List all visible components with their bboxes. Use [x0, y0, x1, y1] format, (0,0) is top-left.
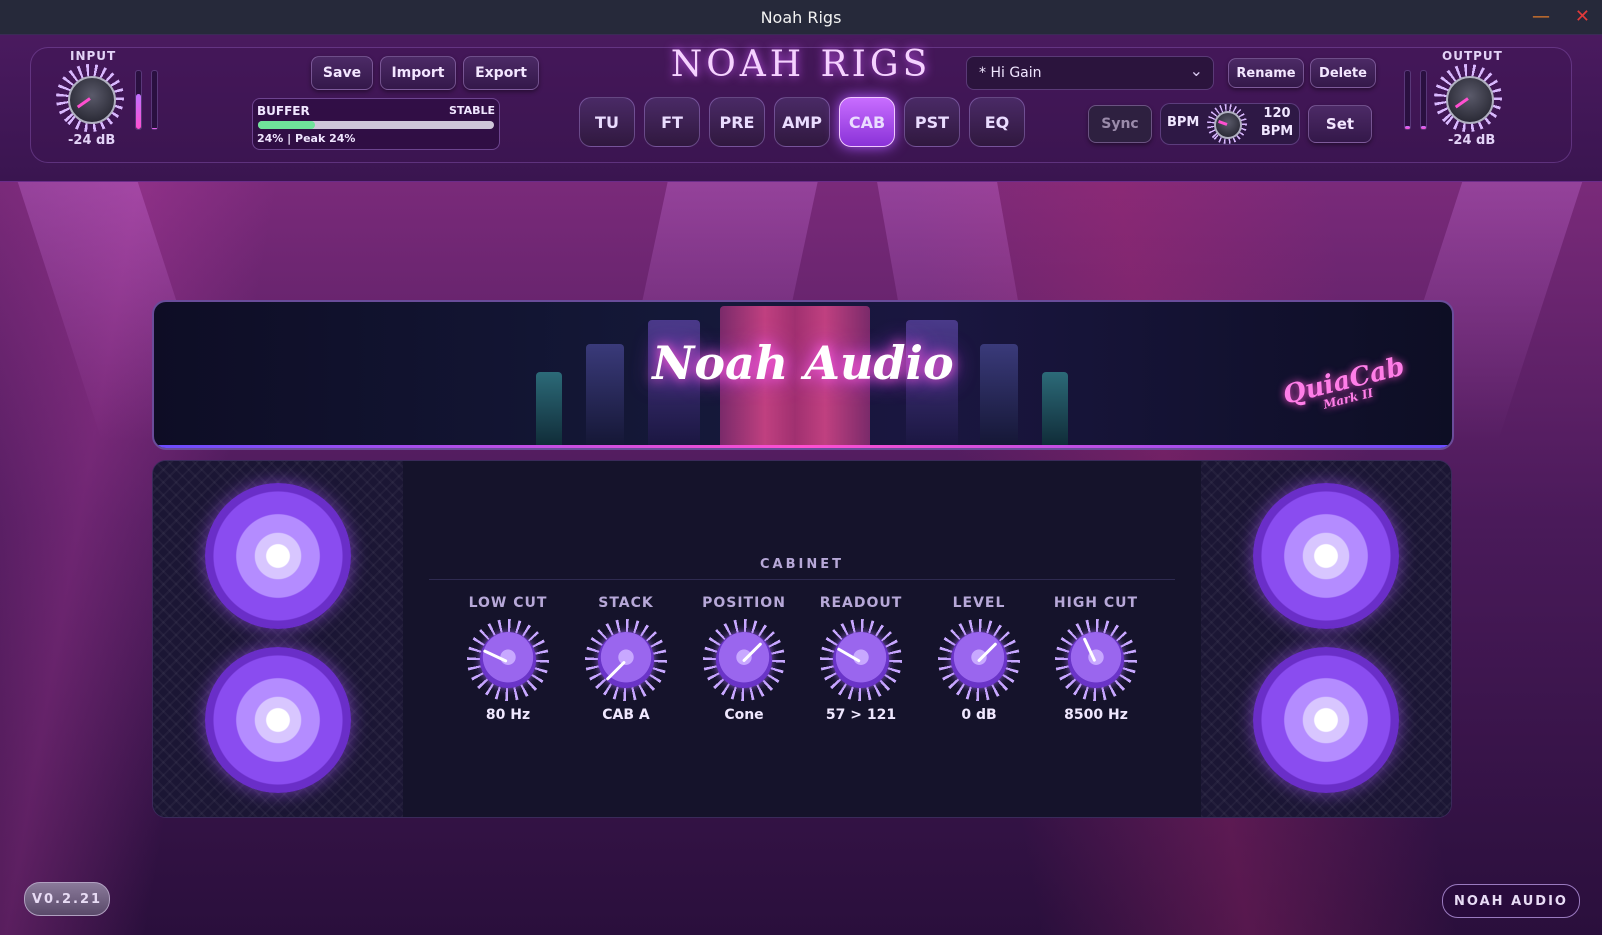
knob-value: CAB A	[602, 707, 650, 723]
output-meter-left-fill	[1405, 126, 1410, 129]
knob-position: POSITION Cone	[694, 595, 794, 723]
rotary-knob[interactable]	[820, 619, 902, 701]
bpm-control: BPM 120 BPM	[1160, 103, 1300, 145]
knob-label: LEVEL	[952, 595, 1006, 611]
bpm-unit: BPM	[1260, 124, 1294, 139]
speaker-icon	[205, 647, 351, 793]
buffer-progress-fill	[258, 121, 315, 129]
sync-button[interactable]: Sync	[1088, 105, 1152, 143]
knob-label: STACK	[598, 595, 654, 611]
knob-cap	[833, 632, 889, 688]
bpm-knob[interactable]	[1207, 104, 1247, 144]
output-meter-left	[1404, 70, 1411, 130]
chevron-down-icon: ⌄	[1189, 61, 1203, 80]
tab-cab[interactable]: CAB	[839, 97, 895, 147]
speaker-icon	[1253, 647, 1399, 793]
bpm-value: 120	[1263, 106, 1291, 121]
window-title: Noah Rigs	[760, 8, 842, 27]
knob-high-cut: HIGH CUT 8500 Hz	[1046, 595, 1146, 723]
knob-value: 57 > 121	[825, 707, 897, 723]
set-button[interactable]: Set	[1308, 105, 1372, 143]
knob-level: LEVEL 0 dB	[929, 595, 1029, 723]
import-button[interactable]: Import	[380, 56, 456, 90]
input-meter-right	[151, 70, 158, 130]
tab-pre[interactable]: PRE	[709, 97, 765, 147]
save-button[interactable]: Save	[311, 56, 373, 90]
input-knob-cap	[68, 76, 116, 124]
output-meter-right-fill	[1421, 126, 1426, 129]
speaker-icon	[1253, 483, 1399, 629]
banner-glow-line	[154, 445, 1452, 448]
tab-eq[interactable]: EQ	[969, 97, 1025, 147]
knob-label: POSITION	[702, 595, 786, 611]
bpm-label: BPM	[1167, 115, 1200, 130]
close-icon[interactable]: ✕	[1575, 6, 1590, 27]
knob-label: READOUT	[819, 595, 903, 611]
output-value: -24 dB	[1448, 133, 1496, 148]
input-meter-left-fill	[136, 94, 141, 129]
buffer-status: STABLE	[449, 104, 495, 117]
knob-value: 0 dB	[961, 707, 997, 723]
output-label: OUTPUT	[1442, 49, 1503, 63]
knob-value: 8500 Hz	[1064, 707, 1128, 723]
knob-readout: READOUT 57 > 121	[811, 595, 911, 723]
rotary-knob[interactable]	[467, 619, 549, 701]
bpm-knob-cap	[1214, 111, 1242, 139]
export-button[interactable]: Export	[463, 56, 539, 90]
buffer-label: BUFFER	[257, 104, 310, 118]
knob-cap	[480, 632, 536, 688]
cabinet-banner: Noah Audio QuiaCab Mark II	[152, 300, 1454, 450]
cabinet-divider	[429, 579, 1175, 580]
input-meter-left	[135, 70, 142, 130]
output-knob-cap	[1446, 76, 1494, 124]
rotary-knob[interactable]	[938, 619, 1020, 701]
knob-label: HIGH CUT	[1053, 595, 1139, 611]
right-speaker-grill	[1201, 461, 1451, 817]
window-titlebar: Noah Rigs — ✕	[0, 0, 1602, 35]
buffer-progress-track	[258, 121, 494, 129]
speaker-icon	[205, 483, 351, 629]
cabinet-panel: CABINET LOW CUT 80 Hz STACK CAB A POSITION Co…	[152, 460, 1452, 818]
left-speaker-grill	[153, 461, 403, 817]
buffer-panel: BUFFER STABLE 24% | Peak 24%	[252, 98, 500, 150]
tab-pst[interactable]: PST	[904, 97, 960, 147]
rename-button[interactable]: Rename	[1228, 58, 1304, 88]
output-meter-right	[1420, 70, 1427, 130]
tab-tu[interactable]: TU	[579, 97, 635, 147]
output-gain-knob[interactable]	[1434, 64, 1502, 132]
knob-value: 80 Hz	[485, 707, 531, 723]
preset-selected-value: * Hi Gain	[979, 65, 1042, 81]
input-meter-right-fill	[152, 127, 157, 129]
knob-value: Cone	[724, 707, 764, 723]
knob-label: LOW CUT	[468, 595, 548, 611]
tab-amp[interactable]: AMP	[774, 97, 830, 147]
minimize-icon[interactable]: —	[1532, 6, 1550, 27]
knob-low-cut: LOW CUT 80 Hz	[458, 595, 558, 723]
tab-ft[interactable]: FT	[644, 97, 700, 147]
rotary-knob[interactable]	[585, 619, 667, 701]
version-badge: V0.2.21	[24, 882, 110, 916]
input-value: -24 dB	[68, 133, 116, 148]
cabinet-section-title: CABINET	[760, 557, 844, 572]
delete-button[interactable]: Delete	[1310, 58, 1376, 88]
input-label: INPUT	[70, 49, 117, 63]
knob-stack: STACK CAB A	[576, 595, 676, 723]
buffer-readout: 24% | Peak 24%	[257, 132, 356, 145]
banner-brand-logo: Noah Audio	[652, 336, 954, 390]
app-logo: NOAH RIGS	[670, 44, 932, 85]
rotary-knob[interactable]	[703, 619, 785, 701]
footer-brand-badge: NOAH AUDIO	[1442, 884, 1580, 918]
preset-select[interactable]: * Hi Gain ⌄	[966, 56, 1214, 90]
rotary-knob[interactable]	[1055, 619, 1137, 701]
input-gain-knob[interactable]	[56, 64, 124, 132]
